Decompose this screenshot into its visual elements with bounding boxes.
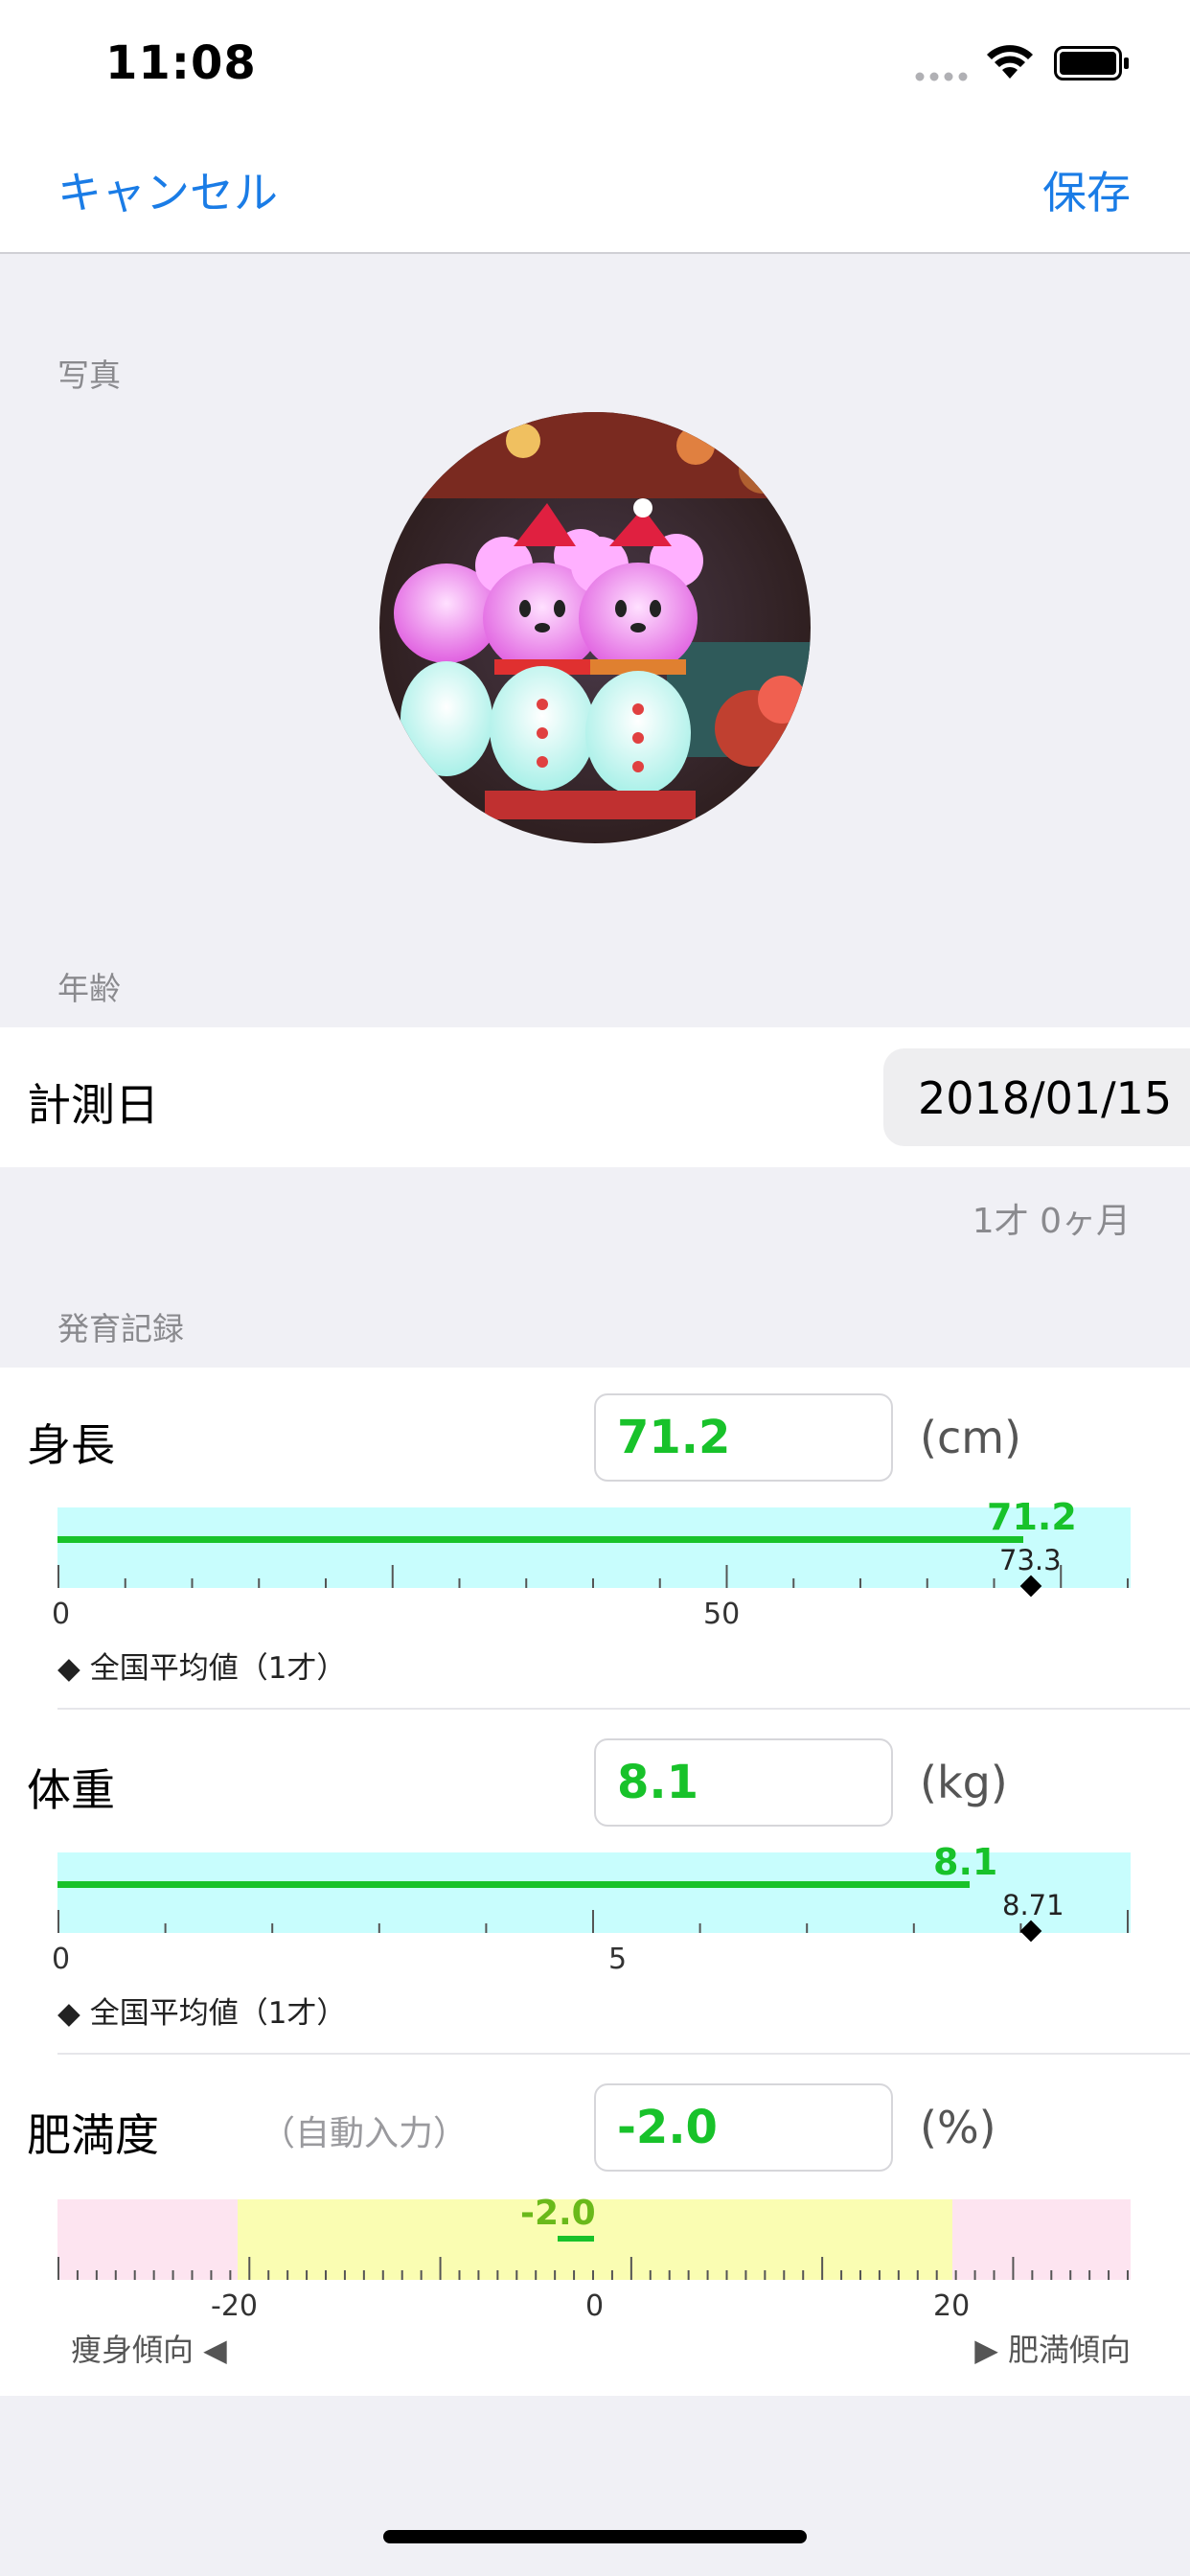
photo-section-title: 写真 <box>57 356 121 394</box>
weight-legend: ◆ 全国平均値（1才） <box>57 1996 347 2031</box>
weight-bar <box>57 1881 970 1888</box>
divider <box>57 2053 1190 2055</box>
weight-value: 8.1 <box>617 1756 699 1809</box>
obesity-chart: -2.0 -20 0 20 <box>57 2194 1131 2334</box>
weight-tick-5: 5 <box>608 1943 628 1976</box>
weight-average-label: 8.71 <box>1002 1889 1064 1921</box>
height-unit: (cm) <box>920 1412 1021 1463</box>
obesity-marker-bar <box>558 2236 594 2242</box>
lean-tendency-label: 痩身傾向 ◀ <box>71 2332 227 2368</box>
battery-icon <box>1054 46 1131 84</box>
obesity-tick-0: 0 <box>585 2289 605 2323</box>
weight-axis <box>57 1910 1129 1933</box>
age-section-title: 年齢 <box>57 970 121 1007</box>
weight-unit: (kg) <box>920 1757 1008 1808</box>
age-text: 1才 0ヶ月 <box>972 1202 1131 1241</box>
height-chart: 71.2 73.3 0 50 <box>52 1496 1131 1631</box>
height-tick-0: 0 <box>52 1598 71 1631</box>
measurement-date-row: 計測日 2018/01/15 <box>0 1027 1190 1167</box>
obesity-unit: (%) <box>920 2102 996 2153</box>
weight-chart: 8.1 8.71 0 5 <box>52 1841 1131 1976</box>
profile-photo[interactable] <box>379 412 811 843</box>
obesity-axis <box>57 2257 1129 2280</box>
growth-record-panel: 身長 71.2 (cm) 71.2 73.3 0 50 ◆ 全国平均値（1才） … <box>0 1368 1190 2396</box>
height-average-label: 73.3 <box>999 1544 1062 1576</box>
home-indicator[interactable] <box>383 2530 807 2543</box>
obesity-input[interactable]: -2.0 <box>594 2083 893 2172</box>
obesity-auto-hint: （自動入力） <box>261 2114 469 2153</box>
cellular-signal-icon <box>915 67 969 81</box>
obesity-marker-label: -2.0 <box>520 2194 596 2233</box>
save-button[interactable]: 保存 <box>1042 158 1131 221</box>
date-picker[interactable]: 2018/01/15 <box>883 1048 1190 1146</box>
height-value: 71.2 <box>617 1411 731 1464</box>
status-time: 11:08 <box>105 36 257 90</box>
date-value: 2018/01/15 <box>918 1072 1173 1124</box>
cancel-button[interactable]: キャンセル <box>57 158 278 221</box>
height-tick-50: 50 <box>703 1598 741 1631</box>
wifi-icon <box>985 42 1035 84</box>
growth-section-title: 発育記録 <box>57 1310 184 1347</box>
height-input[interactable]: 71.2 <box>594 1393 893 1482</box>
weight-marker-label: 8.1 <box>933 1841 998 1883</box>
divider <box>57 1708 1190 1710</box>
height-bar <box>57 1536 1023 1543</box>
height-axis <box>57 1565 1129 1588</box>
weight-input[interactable]: 8.1 <box>594 1738 893 1827</box>
obesity-value: -2.0 <box>617 2101 718 2154</box>
obesity-label: 肥満度 <box>27 2109 159 2161</box>
weight-tick-0: 0 <box>52 1943 71 1976</box>
obesity-tick-20: 20 <box>933 2289 971 2323</box>
height-marker-label: 71.2 <box>987 1496 1077 1538</box>
status-bar: 11:08 <box>0 0 1190 129</box>
navigation-bar: キャンセル 保存 <box>0 129 1190 254</box>
weight-label: 体重 <box>27 1764 115 1816</box>
height-label: 身長 <box>27 1419 115 1471</box>
obese-tendency-label: ▶ 肥満傾向 <box>974 2332 1131 2368</box>
height-legend: ◆ 全国平均値（1才） <box>57 1651 347 1686</box>
measurement-date-label: 計測日 <box>27 1079 159 1131</box>
obesity-tick-neg20: -20 <box>211 2289 258 2323</box>
